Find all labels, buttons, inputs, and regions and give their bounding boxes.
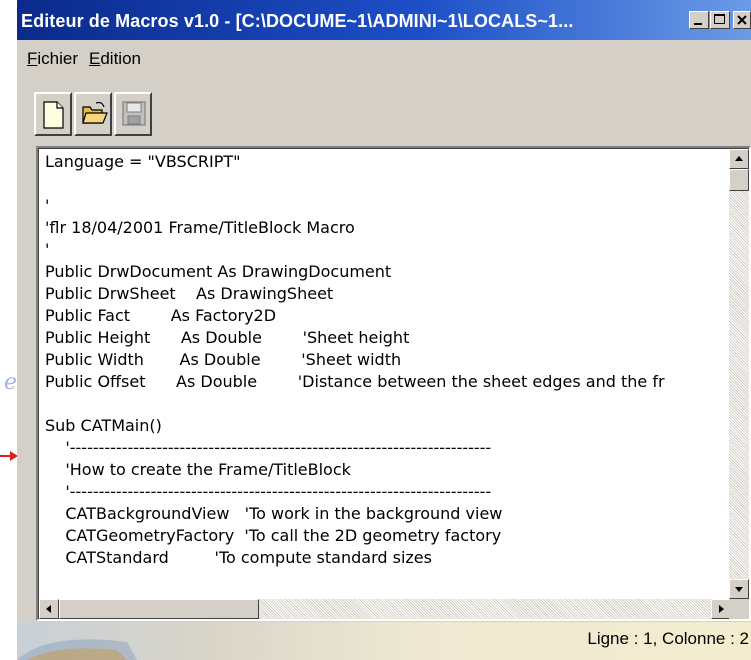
maximize-icon	[714, 14, 725, 24]
vertical-scrollbar[interactable]	[729, 149, 749, 599]
open-button[interactable]	[74, 92, 112, 136]
macro-editor-window: Editeur de Macros v1.0 - [C:\DOCUME~1\AD…	[17, 0, 751, 660]
code-line: 'flr 18/04/2001 Frame/TitleBlock Macro	[45, 218, 355, 237]
menu-edition[interactable]: Edition	[89, 49, 141, 69]
arrow-right-icon	[719, 605, 724, 613]
code-line: Public DrwSheet As DrawingSheet	[45, 284, 334, 303]
code-line: '	[45, 196, 50, 215]
code-line: Public Width As Double 'Sheet width	[45, 350, 402, 369]
code-line: '---------------------------------------…	[45, 438, 492, 457]
code-line: Public Offset As Double 'Distance betwee…	[45, 372, 665, 391]
code-line: Public Fact As Factory2D	[45, 306, 277, 325]
code-text-area[interactable]: Language = "VBSCRIPT" ' 'flr 18/04/2001 Fr…	[43, 151, 723, 597]
code-line: 'How to create the Frame/TitleBlock	[45, 460, 351, 479]
arrow-left-icon	[46, 605, 51, 613]
open-folder-icon	[82, 101, 108, 124]
maximize-button[interactable]	[710, 11, 730, 29]
arrow-up-icon	[735, 156, 743, 161]
horizontal-scroll-thumb[interactable]	[59, 599, 259, 619]
horizontal-scrollbar[interactable]	[39, 599, 731, 619]
code-line: CATBackgroundView 'To work in the backgr…	[45, 504, 503, 523]
code-line: Language = "VBSCRIPT"	[45, 152, 241, 171]
code-line: '	[45, 240, 50, 259]
code-line: Public DrwDocument As DrawingDocument	[45, 262, 392, 281]
window-title: Editeur de Macros v1.0 - [C:\DOCUME~1\AD…	[21, 11, 574, 31]
scroll-corner	[729, 599, 749, 619]
scroll-right-button[interactable]	[711, 599, 731, 619]
scroll-left-button[interactable]	[39, 599, 59, 619]
close-icon	[737, 15, 747, 25]
code-line: Sub CATMain()	[45, 416, 162, 435]
scroll-up-button[interactable]	[729, 149, 749, 169]
toolbar	[34, 92, 234, 138]
new-document-icon	[43, 101, 64, 129]
background-letter: e	[4, 370, 18, 395]
menu-bar: Fichier Edition	[17, 44, 751, 72]
scroll-down-button[interactable]	[729, 579, 749, 599]
menu-fichier-accel: F	[27, 49, 38, 68]
macro-editor[interactable]: Language = "VBSCRIPT" ' 'flr 18/04/2001 Fr…	[36, 146, 751, 621]
status-bar: Ligne : 1, Colonne : 2	[17, 622, 751, 660]
code-line: '---------------------------------------…	[45, 482, 492, 501]
menu-edition-accel: E	[89, 49, 101, 68]
title-bar[interactable]: Editeur de Macros v1.0 - [C:\DOCUME~1\AD…	[17, 0, 751, 40]
vertical-scroll-thumb[interactable]	[729, 169, 749, 191]
code-line: CATStandard 'To compute standard sizes	[45, 548, 432, 567]
menu-fichier[interactable]: Fichier	[27, 49, 78, 69]
editor-frame: Language = "VBSCRIPT" ' 'flr 18/04/2001 Fr…	[38, 148, 749, 619]
status-decoration	[17, 639, 137, 660]
close-button[interactable]	[733, 11, 751, 29]
minimize-icon	[694, 23, 702, 25]
arrow-down-icon	[735, 587, 743, 592]
cursor-position-status: Ligne : 1, Colonne : 2	[587, 629, 749, 648]
save-button[interactable]	[114, 92, 152, 136]
menu-fichier-label: ichier	[37, 49, 79, 68]
save-disk-icon	[122, 101, 146, 126]
red-arrow-icon	[0, 451, 18, 461]
minimize-button[interactable]	[689, 11, 709, 29]
code-line: CATGeometryFactory 'To call the 2D geome…	[45, 526, 502, 545]
menu-edition-label: dition	[100, 49, 141, 68]
new-button[interactable]	[34, 92, 72, 136]
code-line: Public Height As Double 'Sheet height	[45, 328, 410, 347]
